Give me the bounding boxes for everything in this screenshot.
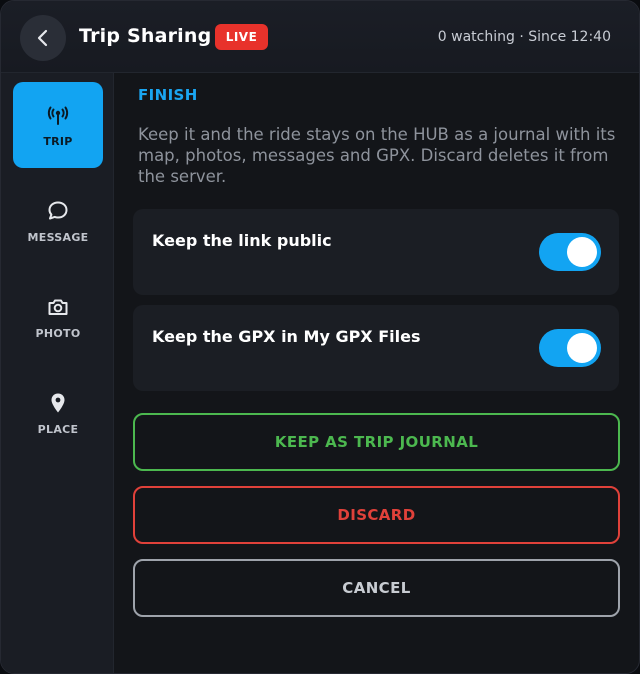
map-pin-icon — [51, 393, 65, 412]
page-title: Trip Sharing — [79, 25, 212, 47]
sidebar-item-place[interactable]: PLACE — [13, 370, 103, 456]
chat-bubble-icon — [48, 201, 68, 219]
chevron-left-icon — [37, 29, 48, 47]
live-badge: LIVE — [215, 24, 268, 50]
finish-description: Keep it and the ride stays on the HUB as… — [138, 125, 616, 186]
sidebar-item-label: MESSAGE — [27, 230, 89, 244]
sidebar-item-label: TRIP — [43, 134, 73, 148]
broadcast-icon — [47, 106, 69, 125]
back-button[interactable] — [20, 15, 66, 61]
camera-icon — [48, 299, 68, 315]
trip-sharing-window: Trip Sharing LIVE 0 watching · Since 12:… — [0, 0, 640, 674]
sidebar: TRIP MESSAGE PHOTO PLACE — [1, 73, 114, 673]
toggle-knob — [567, 333, 597, 363]
discard-button[interactable]: DISCARD — [133, 486, 620, 544]
cancel-button[interactable]: CANCEL — [133, 559, 620, 617]
toggle-label: Keep the link public — [152, 231, 332, 250]
toggle-card-keep-gpx: Keep the GPX in My GPX Files — [133, 305, 619, 391]
toggle-knob — [567, 237, 597, 267]
sidebar-item-photo[interactable]: PHOTO — [13, 274, 103, 360]
keep-gpx-toggle[interactable] — [539, 329, 601, 367]
sidebar-item-label: PLACE — [37, 422, 79, 436]
sidebar-item-label: PHOTO — [35, 326, 81, 340]
sidebar-item-trip[interactable]: TRIP — [13, 82, 103, 168]
section-title: FINISH — [138, 86, 198, 104]
watching-status: 0 watching · Since 12:40 — [437, 29, 611, 45]
header-bar: Trip Sharing LIVE 0 watching · Since 12:… — [1, 1, 639, 73]
keep-trip-journal-button[interactable]: KEEP AS TRIP JOURNAL — [133, 413, 620, 471]
toggle-label: Keep the GPX in My GPX Files — [152, 327, 421, 346]
toggle-card-public-link: Keep the link public — [133, 209, 619, 295]
finish-panel: FINISH Keep it and the ride stays on the… — [115, 73, 639, 673]
public-link-toggle[interactable] — [539, 233, 601, 271]
sidebar-item-message[interactable]: MESSAGE — [13, 178, 103, 264]
